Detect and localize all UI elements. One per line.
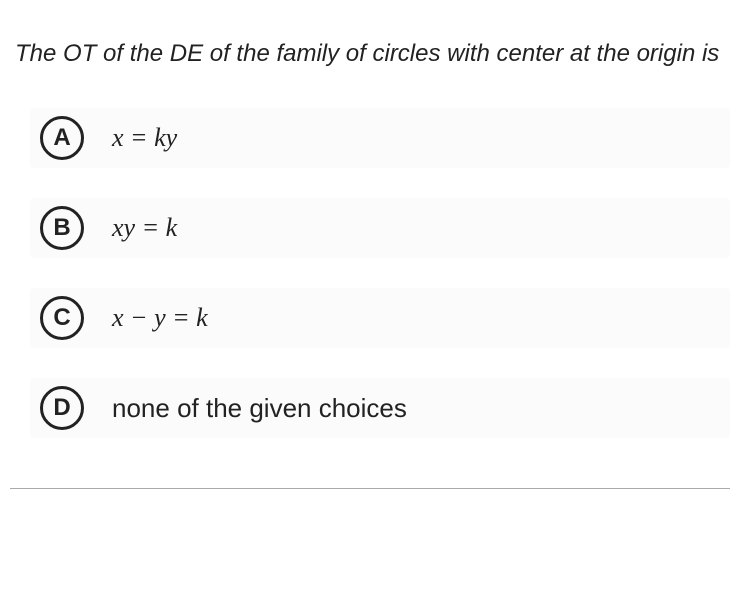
option-text: xy = k bbox=[104, 209, 185, 247]
divider bbox=[10, 488, 730, 489]
options-list: A x = ky B xy = k C x − y = k D none of … bbox=[10, 108, 730, 438]
option-text: x = ky bbox=[104, 119, 185, 157]
option-d[interactable]: D none of the given choices bbox=[30, 378, 730, 438]
option-text: x − y = k bbox=[104, 299, 216, 337]
option-c[interactable]: C x − y = k bbox=[30, 288, 730, 348]
option-b[interactable]: B xy = k bbox=[30, 198, 730, 258]
option-letter: D bbox=[40, 386, 84, 430]
option-letter: B bbox=[40, 206, 84, 250]
option-letter: C bbox=[40, 296, 84, 340]
option-text: none of the given choices bbox=[104, 389, 415, 428]
option-a[interactable]: A x = ky bbox=[30, 108, 730, 168]
question-text: The OT of the DE of the family of circle… bbox=[10, 40, 730, 68]
option-letter: A bbox=[40, 116, 84, 160]
